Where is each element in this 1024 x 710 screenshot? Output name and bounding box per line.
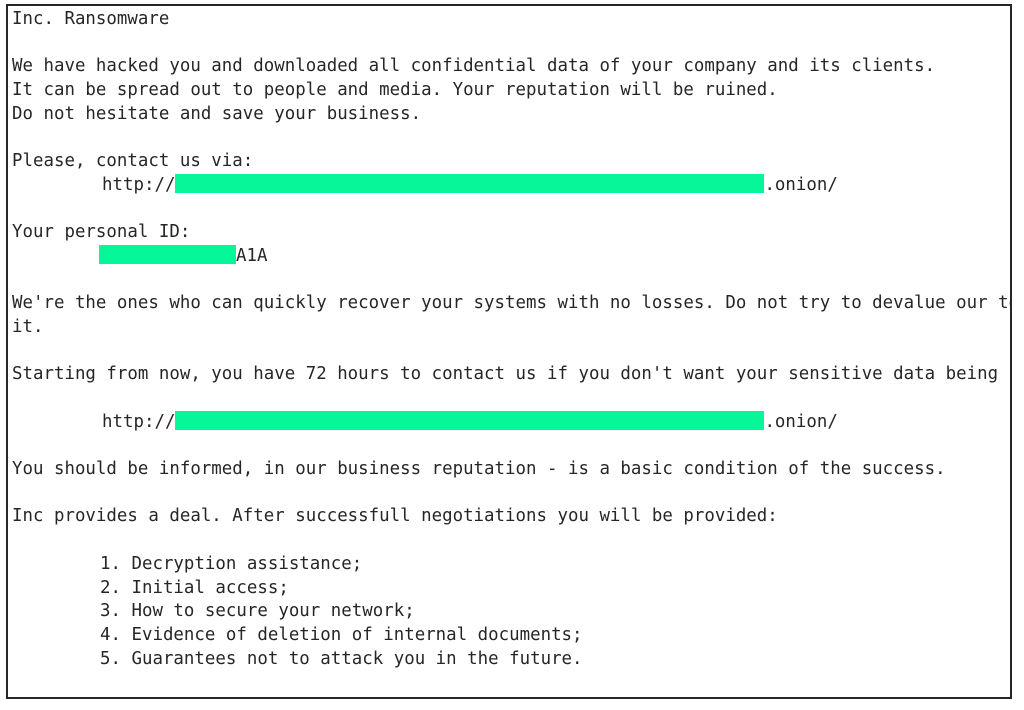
leak-site-url-row: http:// .onion/ bbox=[10, 411, 1010, 435]
ransom-note-frame: Inc. Ransomware We have hacked you and d… bbox=[6, 4, 1012, 699]
contact-heading: Please, contact us via: bbox=[12, 151, 254, 172]
personal-id-suffix: A1A bbox=[236, 245, 268, 266]
contact-url-suffix: .onion/ bbox=[764, 174, 838, 195]
personal-id-heading: Your personal ID: bbox=[12, 222, 191, 243]
leak-site-url-suffix: .onion/ bbox=[764, 411, 838, 432]
deal-item: 3. How to secure your network; bbox=[100, 601, 415, 622]
recovery-line-1: We're the ones who can quickly recover y… bbox=[12, 293, 1012, 314]
reputation-line-1: You should be informed, in our business … bbox=[12, 459, 946, 480]
intro-line-2: It can be spread out to people and media… bbox=[12, 80, 778, 101]
recovery-line-2: it. bbox=[12, 316, 44, 337]
deal-heading: Inc provides a deal. After successfull n… bbox=[12, 506, 778, 527]
intro-line-3: Do not hesitate and save your business. bbox=[12, 103, 422, 124]
redacted-leak-site-address bbox=[175, 411, 765, 431]
deal-item: 4. Evidence of deletion of internal docu… bbox=[100, 624, 583, 645]
ransom-note-body: Inc. Ransomware We have hacked you and d… bbox=[10, 8, 1012, 697]
note-title: Inc. Ransomware bbox=[12, 9, 170, 29]
contact-url-prefix: http:// bbox=[102, 174, 176, 195]
redacted-onion-address bbox=[175, 174, 765, 194]
deal-item: 1. Decryption assistance; bbox=[100, 553, 363, 574]
deadline-line-1: Starting from now, you have 72 hours to … bbox=[12, 364, 1012, 385]
deal-item: 2. Initial access; bbox=[100, 577, 289, 598]
leak-site-url-prefix: http:// bbox=[102, 411, 176, 432]
contact-url-row: http:// .onion/ bbox=[10, 174, 1010, 198]
intro-line-1: We have hacked you and downloaded all co… bbox=[12, 56, 936, 77]
personal-id-row: A1A bbox=[10, 245, 1010, 269]
redacted-personal-id bbox=[99, 245, 236, 265]
deal-item: 5. Guarantees not to attack you in the f… bbox=[100, 648, 583, 669]
